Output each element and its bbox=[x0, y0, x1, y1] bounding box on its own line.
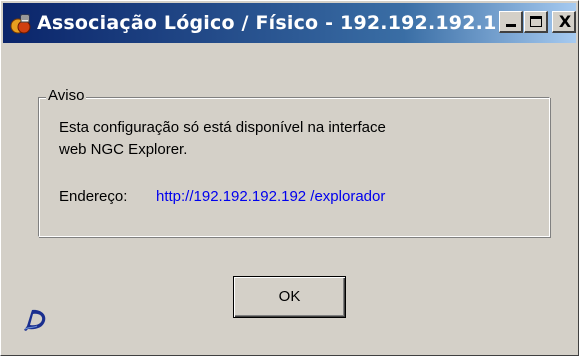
title-bar[interactable]: Associação Lógico / Físico - 192.192.192… bbox=[3, 3, 576, 43]
minimize-icon bbox=[506, 24, 516, 27]
notice-message-line1: Esta configuração só está disponível na … bbox=[59, 119, 386, 136]
maximize-button[interactable] bbox=[524, 11, 548, 33]
logo-icon bbox=[24, 309, 46, 331]
notice-group-label: Aviso bbox=[46, 87, 87, 105]
window-title: Associação Lógico / Físico - 192.192.192… bbox=[37, 12, 497, 34]
app-icon bbox=[10, 14, 31, 34]
close-button[interactable]: X bbox=[552, 11, 576, 33]
address-link[interactable]: http://192.192.192.192 /explorador bbox=[156, 187, 385, 207]
close-icon: X bbox=[558, 12, 572, 31]
dialog-window: Associação Lógico / Físico - 192.192.192… bbox=[0, 0, 579, 356]
address-label: Endereço: bbox=[59, 188, 128, 205]
maximize-icon bbox=[530, 16, 542, 27]
minimize-button[interactable] bbox=[499, 11, 523, 33]
notice-message-line2: web NGC Explorer. bbox=[59, 141, 188, 158]
ok-button[interactable]: OK bbox=[233, 276, 346, 318]
